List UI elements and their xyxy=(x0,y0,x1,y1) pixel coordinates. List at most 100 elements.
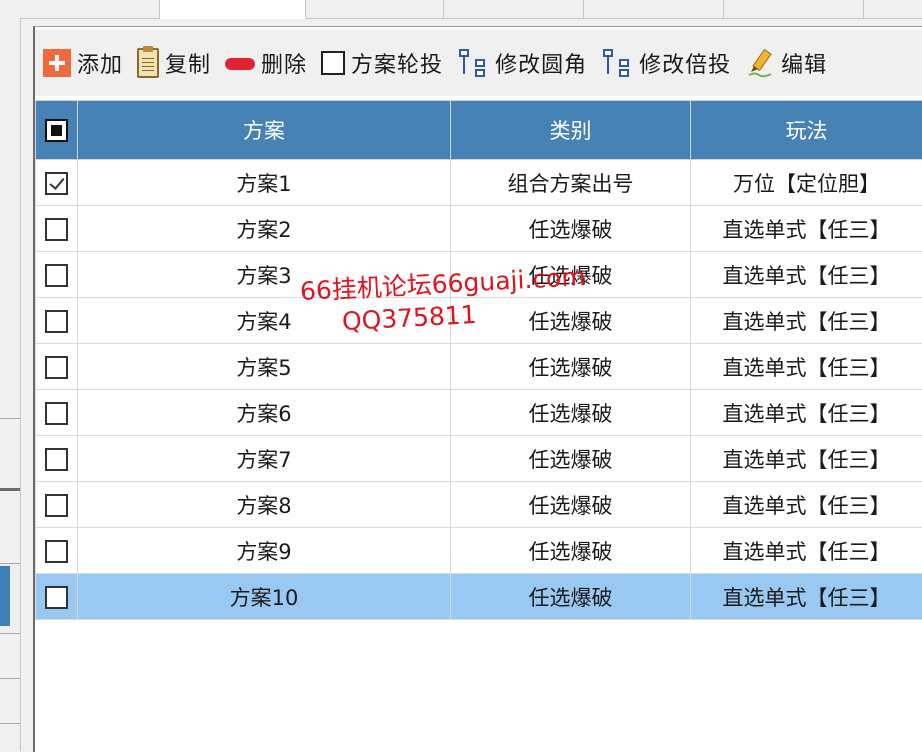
modify-corner-button[interactable]: 修改圆角 xyxy=(457,43,593,83)
plan-cell: 方案10 xyxy=(78,574,451,620)
modify-multiplier-button[interactable]: 修改倍投 xyxy=(601,43,737,83)
row-checkbox-cell[interactable] xyxy=(36,436,78,482)
rotate-plans-checkbox[interactable]: 方案轮投 xyxy=(321,43,449,83)
table-row[interactable]: 方案10任选爆破直选单式【任三】 xyxy=(36,574,922,620)
plan-grid: 方案 类别 玩法 方案1组合方案出号万位【定位胆】 方案2任选爆破直选单式【任三… xyxy=(35,100,922,620)
tab[interactable] xyxy=(444,0,584,18)
row-checkbox[interactable] xyxy=(45,356,68,379)
row-checkbox-cell[interactable] xyxy=(36,160,78,206)
row-checkbox[interactable] xyxy=(45,310,68,333)
plan-cell: 方案7 xyxy=(78,436,451,482)
row-checkbox[interactable] xyxy=(45,264,68,287)
mode-cell: 直选单式【任三】 xyxy=(691,344,922,390)
table-row[interactable]: 方案7任选爆破直选单式【任三】 xyxy=(36,436,922,482)
tab-active[interactable] xyxy=(160,0,306,19)
row-checkbox[interactable] xyxy=(45,586,68,609)
minus-icon xyxy=(225,58,255,70)
row-checkbox-cell[interactable] xyxy=(36,298,78,344)
row-checkbox[interactable] xyxy=(45,448,68,471)
mode-cell: 直选单式【任三】 xyxy=(691,528,922,574)
add-icon xyxy=(43,49,71,77)
edit-button[interactable]: 编辑 xyxy=(745,43,833,83)
plan-cell: 方案8 xyxy=(78,482,451,528)
category-cell: 任选爆破 xyxy=(451,528,691,574)
mode-cell: 直选单式【任三】 xyxy=(691,390,922,436)
mode-cell: 直选单式【任三】 xyxy=(691,436,922,482)
plan-cell: 方案5 xyxy=(78,344,451,390)
copy-button[interactable]: 复制 xyxy=(137,43,217,83)
left-panel-edge xyxy=(0,18,21,751)
select-all-cell[interactable] xyxy=(36,101,78,160)
category-cell: 任选爆破 xyxy=(451,344,691,390)
row-checkbox-cell[interactable] xyxy=(36,482,78,528)
mode-cell: 直选单式【任三】 xyxy=(691,574,922,620)
divider xyxy=(0,563,20,564)
category-cell: 任选爆破 xyxy=(451,482,691,528)
tree-structure-icon xyxy=(457,48,489,78)
row-checkbox-cell[interactable] xyxy=(36,574,78,620)
add-label: 添加 xyxy=(77,47,123,79)
tab[interactable] xyxy=(306,0,444,18)
toolbar: 添加 复制 删除 方案轮投 修改圆角 修改倍投 xyxy=(35,30,922,96)
tab[interactable] xyxy=(0,0,160,18)
modify-corner-label: 修改圆角 xyxy=(495,47,587,79)
divider xyxy=(0,723,20,724)
row-checkbox-cell[interactable] xyxy=(36,206,78,252)
delete-label: 删除 xyxy=(261,47,307,79)
select-all-checkbox[interactable] xyxy=(45,119,68,142)
row-checkbox[interactable] xyxy=(45,218,68,241)
modify-multiplier-label: 修改倍投 xyxy=(639,47,731,79)
column-header-category[interactable]: 类别 xyxy=(451,101,691,160)
clipboard-icon xyxy=(137,48,159,78)
table-row[interactable]: 方案3任选爆破直选单式【任三】 xyxy=(36,252,922,298)
row-checkbox-cell[interactable] xyxy=(36,344,78,390)
plan-cell: 方案9 xyxy=(78,528,451,574)
plan-cell: 方案1 xyxy=(78,160,451,206)
copy-label: 复制 xyxy=(165,47,211,79)
mode-cell: 直选单式【任三】 xyxy=(691,482,922,528)
plan-cell: 方案6 xyxy=(78,390,451,436)
divider xyxy=(0,418,20,419)
row-checkbox[interactable] xyxy=(45,494,68,517)
row-checkbox-cell[interactable] xyxy=(36,528,78,574)
divider xyxy=(0,633,20,634)
category-cell: 组合方案出号 xyxy=(451,160,691,206)
category-cell: 任选爆破 xyxy=(451,390,691,436)
checkbox-icon xyxy=(321,51,345,75)
edit-label: 编辑 xyxy=(781,47,827,79)
mode-cell: 直选单式【任三】 xyxy=(691,206,922,252)
delete-button[interactable]: 删除 xyxy=(225,43,313,83)
pencil-icon xyxy=(745,48,775,78)
column-header-mode[interactable]: 玩法 xyxy=(691,101,922,160)
divider xyxy=(0,678,20,679)
tab[interactable] xyxy=(724,0,864,18)
mode-cell: 直选单式【任三】 xyxy=(691,298,922,344)
table-row[interactable]: 方案8任选爆破直选单式【任三】 xyxy=(36,482,922,528)
category-cell: 任选爆破 xyxy=(451,574,691,620)
tree-structure-icon xyxy=(601,48,633,78)
table-row[interactable]: 方案1组合方案出号万位【定位胆】 xyxy=(36,160,922,206)
table-row[interactable]: 方案5任选爆破直选单式【任三】 xyxy=(36,344,922,390)
category-cell: 任选爆破 xyxy=(451,252,691,298)
row-checkbox[interactable] xyxy=(45,402,68,425)
divider xyxy=(0,488,20,491)
column-header-plan[interactable]: 方案 xyxy=(78,101,451,160)
selected-item-marker[interactable] xyxy=(0,566,10,626)
rotate-plans-label: 方案轮投 xyxy=(351,47,443,79)
row-checkbox-cell[interactable] xyxy=(36,390,78,436)
row-checkbox-cell[interactable] xyxy=(36,252,78,298)
table-row[interactable]: 方案2任选爆破直选单式【任三】 xyxy=(36,206,922,252)
plan-cell: 方案4 xyxy=(78,298,451,344)
category-cell: 任选爆破 xyxy=(451,206,691,252)
table-row[interactable]: 方案4任选爆破直选单式【任三】 xyxy=(36,298,922,344)
plan-cell: 方案3 xyxy=(78,252,451,298)
tab-strip xyxy=(0,0,922,19)
row-checkbox[interactable] xyxy=(45,172,68,195)
category-cell: 任选爆破 xyxy=(451,298,691,344)
tab[interactable] xyxy=(584,0,724,18)
table-row[interactable]: 方案9任选爆破直选单式【任三】 xyxy=(36,528,922,574)
row-checkbox[interactable] xyxy=(45,540,68,563)
table-row[interactable]: 方案6任选爆破直选单式【任三】 xyxy=(36,390,922,436)
grid-header-row: 方案 类别 玩法 xyxy=(36,101,922,160)
add-button[interactable]: 添加 xyxy=(43,43,129,83)
